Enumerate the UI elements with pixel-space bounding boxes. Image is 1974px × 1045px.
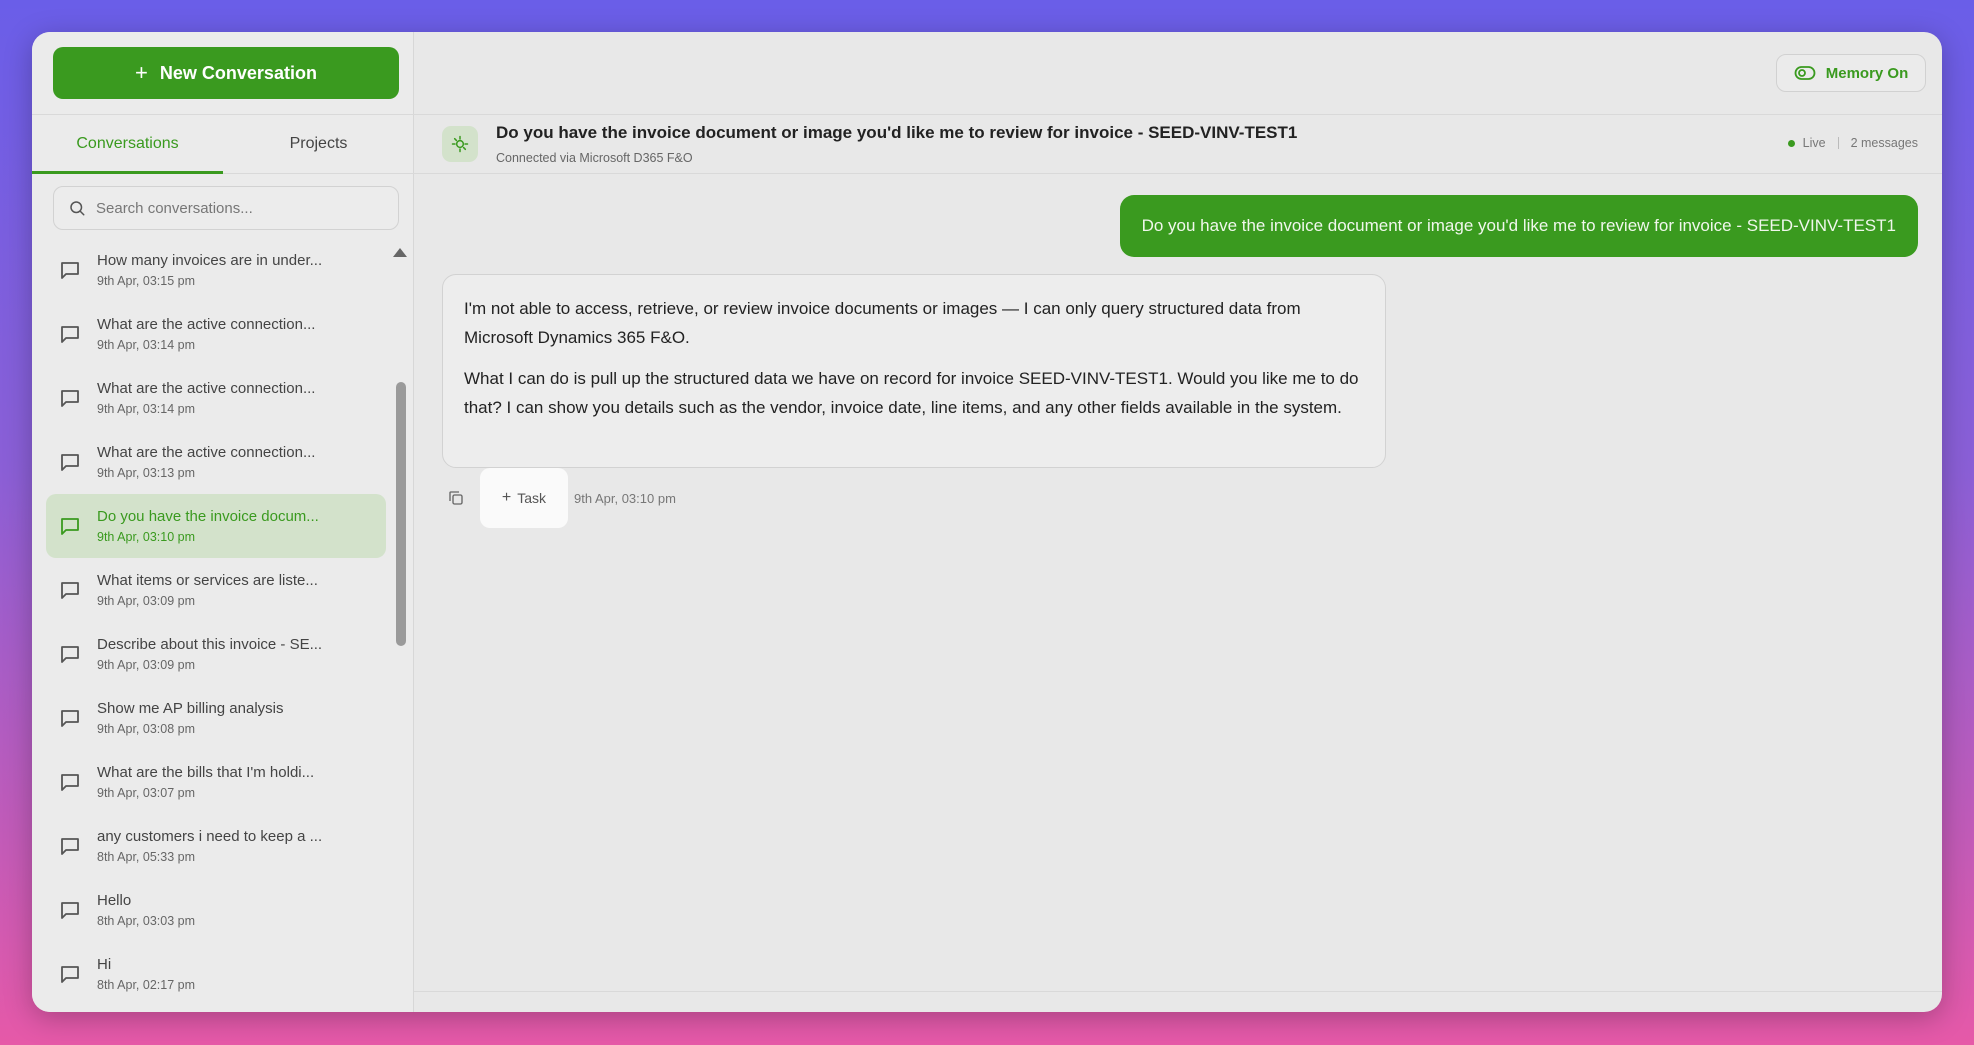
chat-bubble-icon [61, 966, 79, 983]
conversation-date: 9th Apr, 03:08 pm [97, 722, 195, 736]
conversation-title: Hi [97, 956, 112, 973]
chat-bubble-icon [61, 390, 79, 407]
toggle-icon [1794, 66, 1816, 80]
task-label: Task [517, 490, 547, 506]
app-window: + New Conversation Conversations Project… [32, 32, 1942, 1012]
conversation-title: What are the active connection... [97, 380, 316, 397]
live-dot-icon [1787, 139, 1795, 147]
tab-label: Projects [289, 135, 348, 152]
chat-bubble-icon [61, 710, 79, 727]
plus-icon: + [501, 489, 512, 506]
conversation-item[interactable]: What are the active connection... 9th Ap… [46, 430, 386, 494]
chat-bubble-icon [61, 518, 79, 535]
conversation-title: What items or services are liste... [97, 572, 318, 589]
user-message-text: Do you have the invoice document or imag… [1141, 216, 1896, 235]
assistant-paragraph: What I can do is pull up the structured … [464, 369, 1359, 417]
conversation-date: 9th Apr, 03:14 pm [97, 338, 195, 352]
copy-button[interactable] [444, 486, 468, 510]
message-timestamp: 9th Apr, 03:10 pm [574, 490, 676, 506]
sidebar: + New Conversation Conversations Project… [32, 32, 414, 1012]
conversation-date: 8th Apr, 05:33 pm [97, 850, 195, 864]
chat-main: Memory On Do you have the invoice docume… [414, 32, 1942, 1012]
conversation-item[interactable]: What items or services are liste... 9th … [46, 558, 386, 622]
scrollbar-thumb[interactable] [396, 382, 406, 646]
plus-icon: + [135, 60, 148, 85]
meta-divider [1837, 137, 1839, 149]
conversation-item[interactable]: What are the active connection... 9th Ap… [46, 366, 386, 430]
tab-label: Conversations [76, 135, 179, 152]
scroll-up-arrow-icon[interactable] [393, 248, 407, 257]
chat-bubble-icon [61, 262, 79, 279]
sidebar-tabs: Conversations Projects [32, 114, 414, 174]
header-meta: Live 2 messages [1787, 136, 1918, 150]
chat-bubble-icon [61, 582, 79, 599]
conversation-item[interactable]: How many invoices are in under... 9th Ap… [46, 238, 386, 302]
conversation-list: How many invoices are in under... 9th Ap… [46, 238, 386, 1008]
conversation-item[interactable]: What are the bills that I'm holdi... 9th… [46, 750, 386, 814]
conversation-date: 9th Apr, 03:13 pm [97, 466, 195, 480]
conversation-title: Do you have the invoice docum... [97, 508, 319, 525]
agent-icon [442, 126, 478, 162]
conversation-item-active[interactable]: Do you have the invoice docum... 9th Apr… [46, 494, 386, 558]
copy-icon [449, 491, 463, 505]
tab-conversations[interactable]: Conversations [32, 115, 223, 174]
chat-header: Do you have the invoice document or imag… [414, 114, 1942, 174]
assistant-paragraph: I'm not able to access, retrieve, or rev… [464, 299, 1301, 347]
conversation-date: 8th Apr, 03:03 pm [97, 914, 195, 928]
chat-bubble-icon [61, 454, 79, 471]
chat-subtitle: Connected via Microsoft D365 F&O [496, 151, 693, 165]
memory-label: Memory On [1825, 64, 1909, 82]
message-actions: + Task 9th Apr, 03:10 pm [442, 468, 676, 528]
conversation-date: 9th Apr, 03:09 pm [97, 658, 195, 672]
conversation-title: What are the bills that I'm holdi... [97, 764, 315, 781]
conversation-item[interactable]: any customers i need to keep a ... 8th A… [46, 814, 386, 878]
conversation-date: 9th Apr, 03:14 pm [97, 402, 195, 416]
conversation-title: What are the active connection... [97, 444, 316, 461]
conversation-date: 9th Apr, 03:09 pm [97, 594, 195, 608]
chat-title: Do you have the invoice document or imag… [496, 123, 1298, 142]
conversation-item[interactable]: What are the active connection... 9th Ap… [46, 302, 386, 366]
conversation-item[interactable]: Describe about this invoice - SE... 9th … [46, 622, 386, 686]
search-icon [70, 201, 85, 216]
conversation-date: 9th Apr, 03:10 pm [97, 530, 195, 544]
conversation-title: any customers i need to keep a ... [97, 828, 323, 845]
tab-projects[interactable]: Projects [223, 115, 414, 173]
conversation-date: 9th Apr, 03:15 pm [97, 274, 195, 288]
chat-bubble-icon [61, 902, 79, 919]
status-label: Live [1802, 136, 1826, 150]
chat-bubble-icon [61, 646, 79, 663]
conversation-item[interactable]: Hi 8th Apr, 02:17 pm [46, 942, 386, 1006]
new-conversation-button[interactable]: + New Conversation [53, 47, 399, 99]
conversation-date: 9th Apr, 03:07 pm [97, 786, 195, 800]
conversation-item[interactable]: Show me AP billing analysis 9th Apr, 03:… [46, 686, 386, 750]
conversation-title: Show me AP billing analysis [97, 700, 284, 717]
conversation-title: Hello [97, 892, 132, 909]
chat-bubble-icon [61, 326, 79, 343]
search-box [53, 186, 399, 230]
conversation-date: 8th Apr, 02:17 pm [97, 978, 195, 992]
conversation-title: How many invoices are in under... [97, 252, 323, 269]
add-task-button[interactable]: + Task [480, 468, 568, 528]
conversation-title: Describe about this invoice - SE... [97, 636, 323, 653]
chat-bubble-icon [61, 774, 79, 791]
user-message-bubble: Do you have the invoice document or imag… [1119, 195, 1918, 257]
message-count: 2 messages [1850, 136, 1918, 150]
assistant-message-bubble: I'm not able to access, retrieve, or rev… [442, 274, 1386, 468]
memory-toggle-button[interactable]: Memory On [1776, 54, 1926, 92]
chat-bubble-icon [61, 838, 79, 855]
conversation-title: What are the active connection... [97, 316, 316, 333]
divider [414, 991, 1942, 992]
search-input[interactable] [96, 199, 376, 217]
new-conversation-label: New Conversation [159, 62, 317, 83]
conversation-item[interactable]: Hello 8th Apr, 03:03 pm [46, 878, 386, 942]
